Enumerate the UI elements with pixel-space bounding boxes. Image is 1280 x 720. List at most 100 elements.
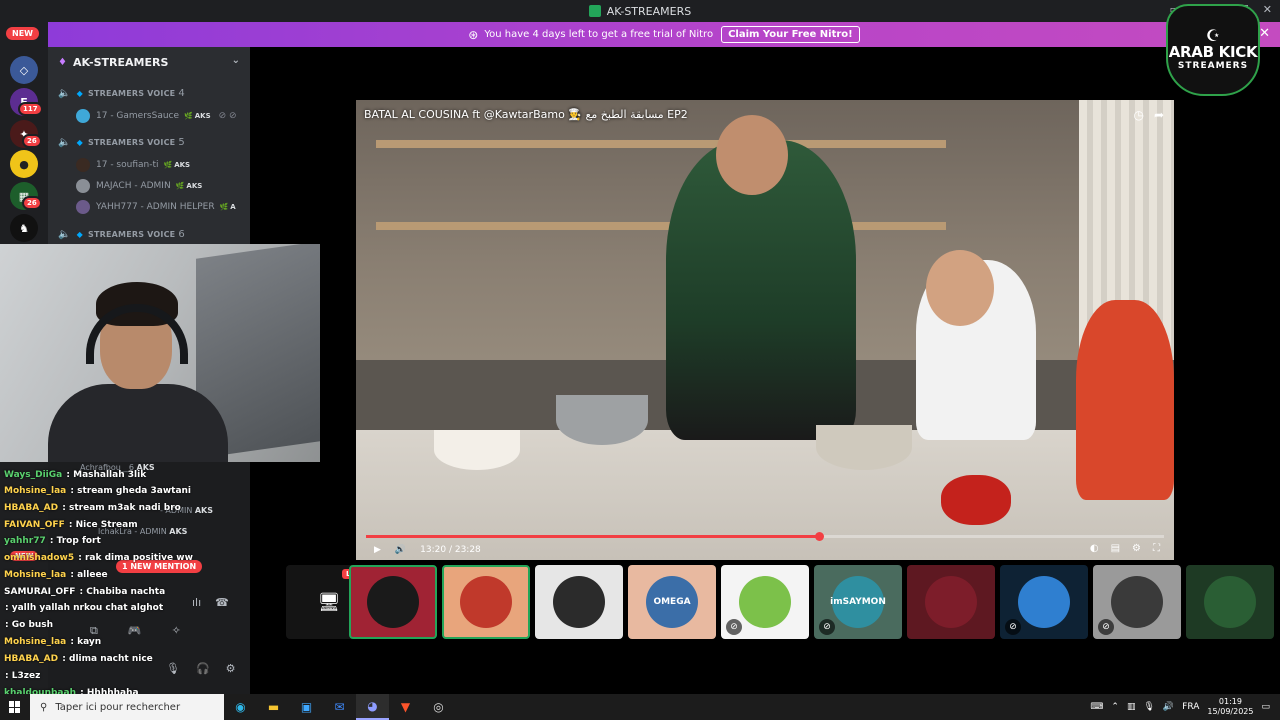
close-window-button[interactable]: ✕ (1263, 3, 1272, 16)
voice-channel-name: STREAMERS VOICE (88, 229, 176, 239)
chat-username[interactable]: HBABA_AD (4, 654, 58, 664)
participant-tile[interactable]: OMEGA (628, 565, 716, 639)
chat-text: Mashallah 3lik (73, 470, 147, 480)
volume-tray-icon[interactable]: 🔊 (1163, 702, 1174, 712)
chat-message: : Go bush (5, 620, 54, 630)
video-player[interactable]: BATAL AL COUSINA ft @KawtarBamo 👨‍🍳 مساب… (356, 100, 1174, 560)
participant-tile[interactable] (1186, 565, 1274, 639)
chat-username[interactable]: Mohsine_laa (4, 570, 66, 580)
chevron-up-icon[interactable]: ⌃ (1111, 702, 1119, 712)
file-explorer-icon[interactable]: ▬ (257, 694, 290, 720)
obs-icon[interactable]: ◎ (422, 694, 455, 720)
speaker-icon: 🔈 (58, 228, 71, 240)
video-scene-bowl (434, 430, 520, 470)
video-scene-pot (556, 395, 648, 445)
discord-taskbar-icon[interactable]: ◕ (356, 694, 389, 720)
chat-username[interactable]: Mohsine_laa (4, 637, 66, 647)
taskbar-search[interactable]: ⚲ Taper ici pour rechercher (30, 694, 224, 720)
windows-taskbar: ⚲ Taper ici pour rechercher ◉ ▬ ▣ ✉ ◕ ▼ … (0, 694, 1280, 720)
store-icon[interactable]: ▣ (290, 694, 323, 720)
server-icon-6[interactable]: ♞ (10, 214, 38, 242)
clock-icon[interactable]: ◷ (1133, 108, 1143, 122)
member-name: 17 - soufian-ti (96, 160, 159, 170)
voice-controls-top: ılı ☎ (192, 596, 229, 609)
voice-member[interactable]: YAHH777 - ADMIN HELPER A (76, 198, 236, 216)
chat-username[interactable]: Mohsine_laa (4, 486, 66, 496)
participant-tile[interactable]: ⊘ (1000, 565, 1088, 639)
chat-username[interactable]: FAIVAN_OFF (4, 520, 65, 530)
server-icon-4[interactable]: ● (10, 150, 38, 178)
server-icon-1[interactable]: ◇ (10, 56, 38, 84)
mic-tray-icon[interactable]: 🎙 (1143, 702, 1154, 712)
logo-line-1: ARAB KICK (1168, 43, 1258, 61)
video-top-icons: ◷ ➦ (1133, 108, 1164, 122)
participant-tile[interactable] (349, 565, 437, 639)
play-icon[interactable]: ▶ (374, 545, 381, 555)
participant-tile[interactable] (442, 565, 530, 639)
voice-channel-name: STREAMERS VOICE (88, 88, 176, 98)
participant-tile[interactable]: ⊘ (721, 565, 809, 639)
activity-icon[interactable]: 🎮 (128, 624, 142, 638)
voice-channel-6[interactable]: 🔈 ◆ STREAMERS VOICE 6 (58, 226, 185, 242)
screen-share-icon[interactable]: ⧉ (90, 624, 98, 638)
member-tag: AKS (164, 161, 190, 169)
participant-tile[interactable] (907, 565, 995, 639)
unread-badge: 26 (22, 196, 42, 210)
edge-icon[interactable]: ◉ (224, 694, 257, 720)
notification-icon[interactable]: ▭ (1261, 702, 1270, 712)
share-icon[interactable]: ➦ (1154, 108, 1164, 122)
chat-username[interactable]: SAMURAI_OFF (4, 587, 75, 597)
claim-nitro-button[interactable]: Claim Your Free Nitro! (721, 26, 860, 43)
voice-channel-5[interactable]: 🔈 ◆ STREAMERS VOICE 5 (58, 134, 185, 150)
voice-channel-number: 5 (178, 136, 185, 148)
participant-avatar: OMEGA (646, 576, 698, 628)
soundwave-icon[interactable]: ılı (192, 596, 201, 609)
mail-icon[interactable]: ✉ (323, 694, 356, 720)
voice-member[interactable]: MAJACH - ADMIN AKS (76, 177, 202, 195)
microphone-icon[interactable]: 🎙 (166, 662, 180, 675)
network-icon[interactable]: ▥ (1127, 702, 1136, 712)
chat-message: yahhr77 : Trop fort (4, 536, 101, 546)
chat-username[interactable]: HBABA_AD (4, 503, 58, 513)
participant-avatar (1204, 576, 1256, 628)
window-titlebar: AK-STREAMERS ▭ ? — ☐ ✕ (0, 0, 1280, 22)
soundboard-icon[interactable]: ✧ (172, 624, 181, 638)
disconnect-icon[interactable]: ☎ (215, 596, 229, 609)
taskbar-clock[interactable]: 01:19 15/09/2025 (1207, 697, 1253, 717)
guild-header[interactable]: ♦ AK-STREAMERS ⌄ (48, 47, 250, 77)
autoplay-toggle-icon[interactable]: ◐ (1090, 543, 1099, 554)
search-icon: ⚲ (40, 701, 48, 713)
chat-username[interactable]: omnishadow5 (4, 553, 74, 563)
participant-tile[interactable]: imSAYMON ⊘ (814, 565, 902, 639)
chevron-down-icon[interactable]: ⌄ (232, 55, 240, 66)
settings-icon[interactable]: ⚙ (1132, 543, 1141, 554)
video-scene-bowl (816, 425, 912, 470)
chat-username[interactable]: yahhr77 (4, 536, 46, 546)
close-banner-icon[interactable]: ✕ (1259, 26, 1270, 41)
participant-tile[interactable] (535, 565, 623, 639)
start-button[interactable] (0, 694, 30, 720)
video-progress-bar[interactable] (366, 532, 1164, 541)
user-settings-icon[interactable]: ⚙ (226, 662, 236, 675)
chat-message: FAIVAN_OFF : Nice Stream (4, 520, 138, 530)
participant-tile[interactable]: ⊘ (1093, 565, 1181, 639)
video-scene-shelf (376, 222, 946, 230)
new-pill[interactable]: NEW (6, 27, 39, 40)
brave-icon[interactable]: ▼ (389, 694, 422, 720)
voice-member[interactable]: 17 - soufian-ti AKS (76, 156, 190, 174)
subtitles-icon[interactable]: ▤ (1111, 543, 1120, 554)
language-indicator[interactable]: FRA (1182, 702, 1199, 712)
voice-channel-4[interactable]: 🔈 ◆ STREAMERS VOICE 4 (58, 85, 185, 101)
muted-mic-icon: ⊘ (726, 619, 742, 635)
headphones-icon[interactable]: 🎧 (196, 662, 210, 675)
video-scene-shelf (376, 140, 946, 148)
chat-username[interactable]: Ways_DiiGa (4, 470, 62, 480)
fullscreen-icon[interactable]: ⛶ (1153, 543, 1160, 554)
member-name: MAJACH - ADMIN (96, 181, 171, 191)
chat-message: Mohsine_laa : alleee (4, 570, 108, 580)
keyboard-icon[interactable]: ⌨ (1090, 702, 1103, 712)
voice-member[interactable]: 17 - GamersSauce AKS ⊘ ⊘ (76, 107, 237, 125)
video-scene-boy (1076, 300, 1174, 500)
chat-text: Nice Stream (75, 520, 138, 530)
volume-icon[interactable]: 🔊 (395, 545, 406, 555)
